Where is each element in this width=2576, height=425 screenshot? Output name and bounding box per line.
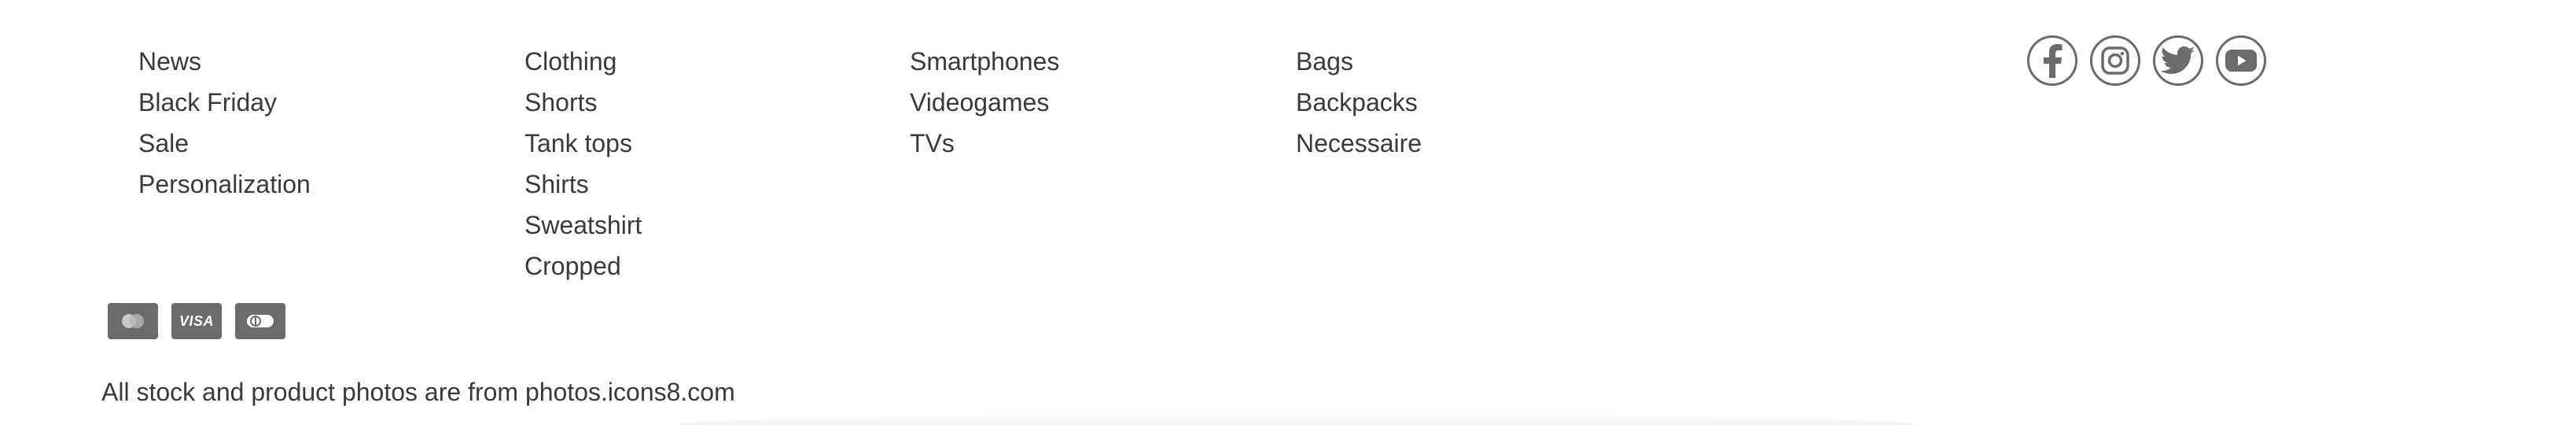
footer-column-accessories: Bags Backpacks Necessaire <box>1296 41 1422 164</box>
facebook-icon[interactable] <box>2027 35 2077 86</box>
footer-link-black-friday[interactable]: Black Friday <box>138 82 311 123</box>
social-links <box>2027 35 2266 86</box>
footer-link-cropped[interactable]: Cropped <box>524 246 642 286</box>
payment-methods: VISA <box>108 303 285 339</box>
footer-link-bags[interactable]: Bags <box>1296 41 1422 82</box>
diners-club-icon <box>235 303 285 339</box>
twitter-icon[interactable] <box>2153 35 2203 86</box>
photo-credit-text: All stock and product photos are from ph… <box>101 378 735 406</box>
footer-link-smartphones[interactable]: Smartphones <box>910 41 1059 82</box>
footer-link-backpacks[interactable]: Backpacks <box>1296 82 1422 123</box>
footer-link-sale[interactable]: Sale <box>138 123 311 164</box>
visa-icon: VISA <box>171 303 222 339</box>
footer-link-necessaire[interactable]: Necessaire <box>1296 123 1422 164</box>
footer-link-sweatshirt[interactable]: Sweatshirt <box>524 205 642 246</box>
site-footer: News Black Friday Sale Personalization C… <box>0 0 2576 425</box>
youtube-icon[interactable] <box>2216 35 2266 86</box>
footer-column-electronics: Smartphones Videogames TVs <box>910 41 1059 164</box>
footer-link-personalization[interactable]: Personalization <box>138 164 311 205</box>
bottom-shadow <box>676 413 1919 425</box>
visa-text: VISA <box>178 312 214 329</box>
footer-link-shorts[interactable]: Shorts <box>524 82 642 123</box>
footer-link-shirts[interactable]: Shirts <box>524 164 642 205</box>
footer-link-videogames[interactable]: Videogames <box>910 82 1059 123</box>
footer-link-news[interactable]: News <box>138 41 311 82</box>
footer-column-clothing: Clothing Shorts Tank tops Shirts Sweatsh… <box>524 41 642 286</box>
footer-column-promotions: News Black Friday Sale Personalization <box>138 41 311 205</box>
footer-link-tank-tops[interactable]: Tank tops <box>524 123 642 164</box>
footer-link-tvs[interactable]: TVs <box>910 123 1059 164</box>
mastercard-icon <box>108 303 158 339</box>
instagram-icon[interactable] <box>2090 35 2140 86</box>
footer-link-clothing[interactable]: Clothing <box>524 41 642 82</box>
